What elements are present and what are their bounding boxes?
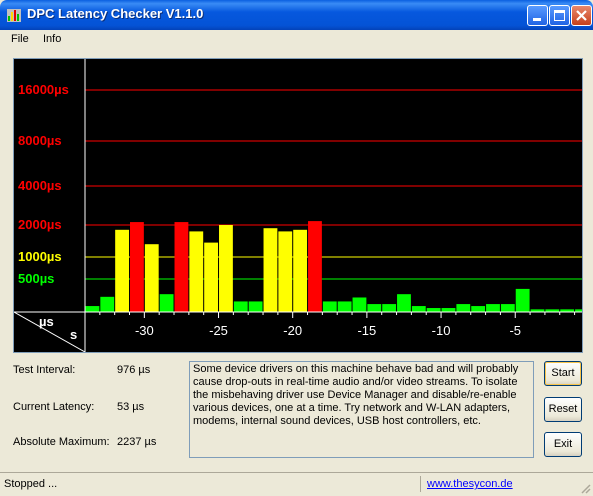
bar: [486, 304, 500, 312]
bar: [382, 304, 397, 312]
start-button[interactable]: Start: [544, 361, 582, 386]
bar: [308, 221, 322, 312]
latency-chart-svg: 500µs 1000µs 2000µs 4000µs 8000µs 16000µs -30 -…: [14, 59, 582, 352]
bar: [426, 308, 441, 312]
absolute-maximum-label: Absolute Maximum:: [13, 436, 110, 448]
bar: [159, 294, 174, 312]
bar: [115, 229, 130, 312]
bar: [293, 229, 308, 312]
exit-button[interactable]: Exit: [544, 432, 582, 457]
minimize-button[interactable]: [527, 5, 548, 26]
y-axis-unit-label: µs: [39, 314, 54, 329]
bar: [441, 308, 456, 312]
bar: [337, 301, 352, 312]
x-tick-label: -30: [135, 323, 154, 338]
bar: [322, 301, 337, 312]
bar: [515, 288, 530, 312]
bar: [100, 296, 115, 312]
bar: [204, 242, 219, 312]
close-icon: [576, 10, 587, 21]
x-tick-label: -10: [432, 323, 451, 338]
bar: [278, 231, 293, 312]
y-tick-label: 2000µs: [18, 217, 62, 232]
bar: [500, 304, 515, 312]
x-tick-label: -5: [509, 323, 521, 338]
absolute-maximum-value: 2237 µs: [117, 436, 157, 448]
bar: [174, 222, 189, 312]
maximize-button[interactable]: [549, 5, 570, 26]
status-bar: Stopped ... www.thesycon.de: [0, 472, 593, 496]
test-interval-label: Test Interval:: [13, 364, 76, 376]
reset-button[interactable]: Reset: [544, 397, 582, 422]
bar: [352, 297, 367, 312]
bar: [397, 294, 411, 312]
latency-chart: 500µs 1000µs 2000µs 4000µs 8000µs 16000µs -30 -…: [13, 58, 583, 353]
bar: [233, 301, 248, 312]
current-latency-value: 53 µs: [117, 401, 145, 413]
bar: [471, 306, 486, 312]
maximize-icon: [554, 10, 565, 21]
y-tick-label: 16000µs: [18, 82, 69, 97]
y-tick-label: 1000µs: [18, 249, 62, 264]
title-bar: DPC Latency Checker V1.1.0: [0, 0, 593, 30]
minimize-icon: [533, 18, 541, 21]
y-tick-label: 4000µs: [18, 178, 62, 193]
bar: [411, 306, 426, 312]
status-separator: [420, 476, 421, 492]
x-tick-label: -20: [283, 323, 302, 338]
bar: [130, 222, 144, 312]
status-text: Stopped ...: [4, 478, 58, 490]
app-icon: [7, 9, 21, 22]
bar: [367, 304, 382, 312]
bar: [189, 231, 204, 312]
bar: [248, 301, 263, 312]
window-title: DPC Latency Checker V1.1.0: [27, 6, 204, 21]
test-interval-value: 976 µs: [117, 364, 151, 376]
menu-bar: File Info: [0, 30, 593, 49]
x-axis-unit-label: s: [70, 327, 77, 342]
bar: [263, 228, 278, 312]
bar: [85, 306, 100, 312]
info-message: Some device drivers on this machine beha…: [189, 361, 534, 458]
resize-grip-icon[interactable]: [579, 482, 591, 494]
bar: [144, 244, 159, 312]
menu-info[interactable]: Info: [43, 33, 61, 45]
bar: [219, 225, 233, 312]
x-tick-label: -15: [357, 323, 376, 338]
x-tick-label: -25: [209, 323, 228, 338]
y-tick-label: 500µs: [18, 271, 54, 286]
menu-file[interactable]: File: [11, 33, 29, 45]
website-link[interactable]: www.thesycon.de: [427, 478, 513, 490]
close-button[interactable]: [571, 5, 592, 26]
y-tick-label: 8000µs: [18, 133, 62, 148]
current-latency-label: Current Latency:: [13, 401, 95, 413]
bar: [456, 304, 471, 312]
